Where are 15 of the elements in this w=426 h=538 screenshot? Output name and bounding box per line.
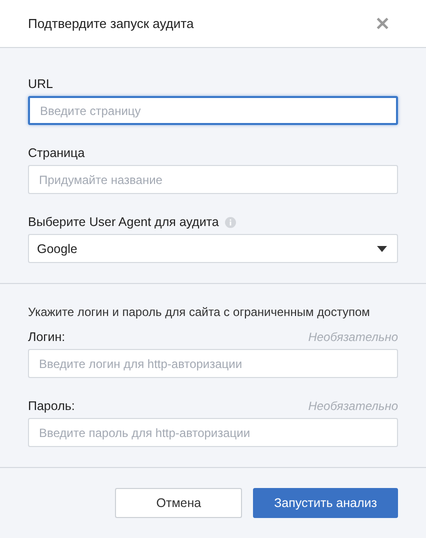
- dialog-title: Подтвердите запуск аудита: [28, 16, 194, 31]
- field-label: Логин:: [28, 330, 66, 344]
- caret-icon: [377, 246, 387, 252]
- field-label: Страница: [28, 146, 85, 160]
- optional-hint: Необязательно: [308, 399, 398, 413]
- auth-note: Укажите логин и пароль для сайта с ограниченным доступом: [28, 305, 371, 319]
- field-label: Пароль:: [28, 399, 75, 413]
- select-field[interactable]: Google: [28, 234, 398, 263]
- start-button[interactable]: Запустить анализ: [253, 488, 398, 518]
- field-label: URL: [28, 77, 54, 91]
- info-icon[interactable]: [224, 216, 236, 228]
- field-label: Выберите User Agent для аудита: [28, 215, 219, 229]
- text-field[interactable]: Введите страницу: [28, 96, 398, 125]
- cancel-button[interactable]: Отмена: [115, 488, 242, 518]
- optional-hint: Необязательно: [308, 330, 398, 344]
